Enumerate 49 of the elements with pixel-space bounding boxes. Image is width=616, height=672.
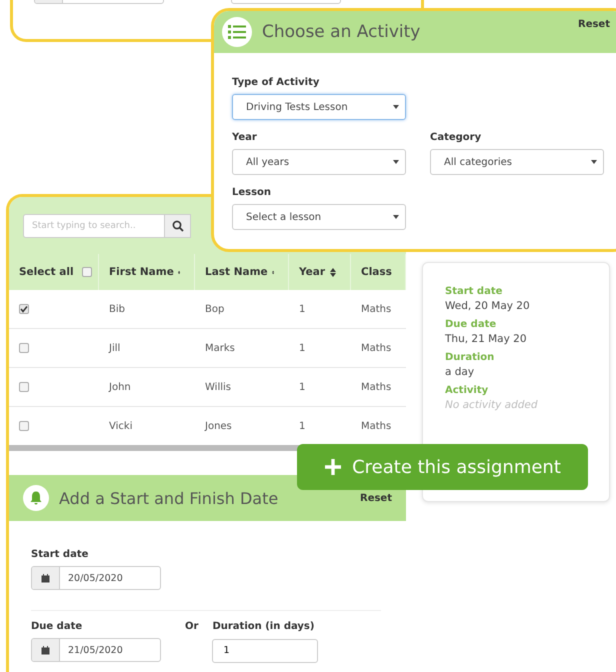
table-cell-text: 1 xyxy=(298,420,306,434)
activity-type-dropdown[interactable]: Driving Tests Lesson xyxy=(232,94,406,120)
date-field[interactable]: 20/05/2020 xyxy=(31,566,161,590)
summary-label: Start date xyxy=(445,286,504,297)
field-label: Duration (in days) xyxy=(212,621,316,632)
placeholder-text: No activity added xyxy=(445,399,539,411)
or-label: Or xyxy=(185,621,198,632)
year-dropdown[interactable]: All years xyxy=(232,149,406,175)
date-field[interactable]: 21/05/2020 xyxy=(31,638,161,662)
summary-value: Thu, 21 May 20 xyxy=(445,333,528,345)
table-cell-text: Maths xyxy=(360,420,392,434)
table-cell-text: Jill xyxy=(108,342,122,356)
field-label: Due date xyxy=(31,621,84,632)
lesson-dropdown[interactable]: Select a lesson xyxy=(232,204,406,230)
column-header[interactable]: Last Name xyxy=(195,254,289,290)
table-cell-text: Jones xyxy=(204,420,233,434)
table-cell-text: Maths xyxy=(360,380,392,394)
column-header[interactable]: Select all xyxy=(9,254,99,290)
column-header[interactable]: Class xyxy=(351,254,406,290)
summary-label: Duration xyxy=(445,352,496,363)
column-header[interactable]: Year xyxy=(289,254,351,290)
reset-link[interactable]: Reset xyxy=(360,493,392,504)
summary-label: Due date xyxy=(445,319,498,330)
field-label: Lesson xyxy=(232,187,272,198)
field-label: Type of Activity xyxy=(232,77,320,88)
field-label: Start date xyxy=(31,549,90,560)
summary-label: Activity xyxy=(445,385,490,396)
table-cell-text: Bop xyxy=(204,302,226,316)
duration-field[interactable]: 1 xyxy=(212,638,318,662)
panel-title: Choose an Activity xyxy=(262,22,420,42)
column-header[interactable]: First Name xyxy=(99,254,195,290)
table-cell-text: Maths xyxy=(360,302,392,316)
table-cell-text: 1 xyxy=(298,342,306,356)
table-cell-text: 1 xyxy=(298,380,306,394)
summary-value: a day xyxy=(445,366,476,378)
field-label: Category xyxy=(430,132,482,143)
table-cell-text: Marks xyxy=(204,342,236,356)
reset-link[interactable]: Reset xyxy=(578,19,610,30)
table-cell-text: Maths xyxy=(360,342,392,356)
summary-value: Wed, 20 May 20 xyxy=(445,300,531,312)
table-cell-text: 1 xyxy=(298,302,306,316)
field-label: Year xyxy=(232,132,258,143)
table-cell-text: John xyxy=(108,380,132,394)
search-field[interactable]: Start typing to search.. xyxy=(23,214,165,238)
table-cell-text: Vicki xyxy=(108,420,134,434)
table-cell-text: Willis xyxy=(204,380,232,394)
panel-title: Add a Start and Finish Date xyxy=(59,488,278,508)
table-cell-text: Bib xyxy=(108,302,126,316)
category-dropdown[interactable]: All categories xyxy=(430,149,604,175)
